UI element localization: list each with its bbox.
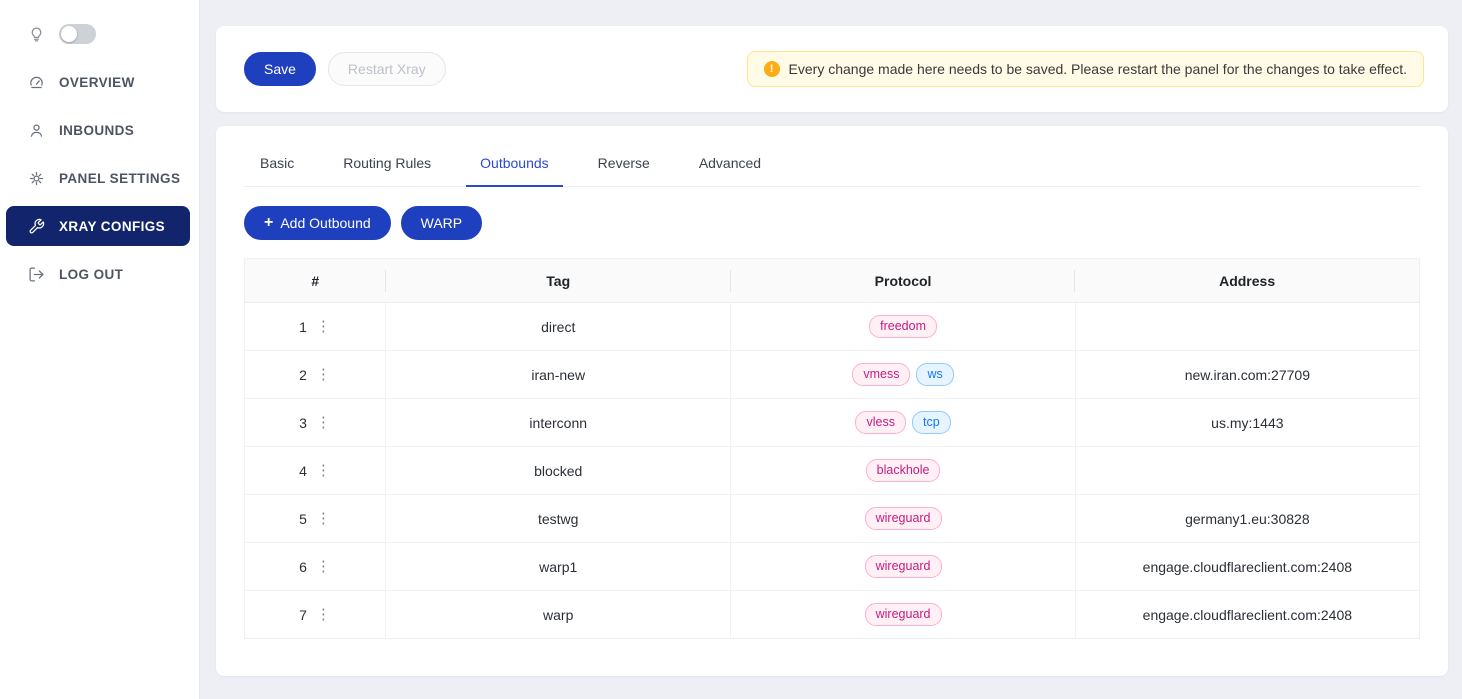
protocol-badge: wireguard (865, 603, 942, 627)
plus-icon: + (264, 215, 273, 231)
row-tag: iran-new (386, 351, 731, 399)
gauge-icon (28, 74, 45, 91)
sidebar-item-label: LOG OUT (59, 267, 123, 282)
row-number: 6 (299, 559, 307, 575)
row-tag: warp (386, 591, 731, 639)
row-protocols: freedom (731, 303, 1075, 351)
row-number: 7 (299, 607, 307, 623)
table-row: 4 ⋮ blocked blackhole (245, 447, 1420, 495)
tab-routing-rules[interactable]: Routing Rules (327, 140, 447, 186)
table-row: 5 ⋮ testwg wireguard germany1.eu:30828 (245, 495, 1420, 543)
warning-icon: ! (764, 61, 780, 77)
table-row: 6 ⋮ warp1 wireguard engage.cloudflarecli… (245, 543, 1420, 591)
row-address: germany1.eu:30828 (1075, 495, 1419, 543)
row-address (1075, 447, 1419, 495)
wrench-icon (28, 218, 45, 235)
row-number: 3 (299, 415, 307, 431)
protocol-badge: tcp (912, 411, 951, 435)
header-protocol: Protocol (731, 259, 1075, 303)
gear-icon (28, 170, 45, 187)
row-menu-icon[interactable]: ⋮ (316, 559, 331, 574)
sidebar-item-label: INBOUNDS (59, 123, 134, 138)
sidebar-item-panel-settings[interactable]: PANEL SETTINGS (6, 158, 190, 198)
protocol-badge: freedom (869, 315, 937, 339)
alert-text: Every change made here needs to be saved… (789, 61, 1407, 77)
sidebar-item-xray-configs[interactable]: XRAY CONFIGS (6, 206, 190, 246)
sidebar-item-label: XRAY CONFIGS (59, 219, 165, 234)
toolbar-buttons: Save Restart Xray (244, 52, 446, 86)
theme-row (0, 20, 199, 62)
row-number: 1 (299, 319, 307, 335)
xray-configs-card: Basic Routing Rules Outbounds Reverse Ad… (216, 126, 1448, 676)
row-tag: direct (386, 303, 731, 351)
theme-toggle-knob (61, 26, 77, 42)
tab-basic[interactable]: Basic (244, 140, 310, 186)
sidebar-item-label: OVERVIEW (59, 75, 135, 90)
row-protocols: wireguard (731, 543, 1075, 591)
row-menu-icon[interactable]: ⋮ (316, 415, 331, 430)
protocol-badge: ws (916, 363, 953, 387)
user-icon (28, 122, 45, 139)
row-tag: interconn (386, 399, 731, 447)
tab-reverse[interactable]: Reverse (582, 140, 666, 186)
row-address: us.my:1443 (1075, 399, 1419, 447)
row-protocols: wireguard (731, 495, 1075, 543)
toolbar-card: Save Restart Xray ! Every change made he… (216, 26, 1448, 112)
row-address (1075, 303, 1419, 351)
row-protocols: vless tcp (731, 399, 1075, 447)
tabs: Basic Routing Rules Outbounds Reverse Ad… (244, 140, 1420, 187)
table-row: 7 ⋮ warp wireguard engage.cloudflareclie… (245, 591, 1420, 639)
row-number: 4 (299, 463, 307, 479)
tab-outbounds[interactable]: Outbounds (464, 140, 565, 186)
sidebar-item-label: PANEL SETTINGS (59, 171, 180, 186)
table-row: 2 ⋮ iran-new vmessws new.iran.com:27709 (245, 351, 1420, 399)
protocol-badge: wireguard (865, 555, 942, 579)
logout-icon (28, 266, 45, 283)
header-number: # (245, 259, 386, 303)
row-address: engage.cloudflareclient.com:2408 (1075, 591, 1419, 639)
row-tag: blocked (386, 447, 731, 495)
lightbulb-icon (28, 26, 45, 43)
row-number: 2 (299, 367, 307, 383)
tab-advanced[interactable]: Advanced (683, 140, 777, 186)
row-tag: testwg (386, 495, 731, 543)
table-row: 1 ⋮ direct freedom (245, 303, 1420, 351)
row-number: 5 (299, 511, 307, 527)
sidebar-item-inbounds[interactable]: INBOUNDS (6, 110, 190, 150)
sidebar: OVERVIEW INBOUNDS PANEL SET (0, 0, 200, 699)
warp-button[interactable]: WARP (401, 206, 482, 240)
header-tag: Tag (386, 259, 731, 303)
row-menu-icon[interactable]: ⋮ (316, 511, 331, 526)
restart-xray-button[interactable]: Restart Xray (328, 52, 446, 86)
add-outbound-label: Add Outbound (280, 216, 370, 230)
theme-toggle[interactable] (59, 24, 96, 44)
outbounds-table-body: 1 ⋮ direct freedom 2 ⋮ iran-new vmessws … (245, 303, 1420, 639)
row-menu-icon[interactable]: ⋮ (316, 319, 331, 334)
protocol-badge: vmess (852, 363, 910, 387)
protocol-badge: wireguard (865, 507, 942, 531)
row-menu-icon[interactable]: ⋮ (316, 607, 331, 622)
add-outbound-button[interactable]: + Add Outbound (244, 206, 391, 240)
protocol-badge: blackhole (866, 459, 941, 483)
outbounds-table: # Tag Protocol Address 1 ⋮ direct freedo… (244, 258, 1420, 639)
row-protocols: vmessws (731, 351, 1075, 399)
row-address: new.iran.com:27709 (1075, 351, 1419, 399)
row-address: engage.cloudflareclient.com:2408 (1075, 543, 1419, 591)
unsaved-changes-alert: ! Every change made here needs to be sav… (747, 51, 1424, 87)
header-address: Address (1075, 259, 1419, 303)
main-content: Save Restart Xray ! Every change made he… (200, 0, 1462, 699)
sidebar-item-log-out[interactable]: LOG OUT (6, 254, 190, 294)
row-protocols: blackhole (731, 447, 1075, 495)
row-protocols: wireguard (731, 591, 1075, 639)
protocol-badge: vless (855, 411, 905, 435)
outbound-actions: + Add Outbound WARP (244, 206, 1420, 240)
row-menu-icon[interactable]: ⋮ (316, 367, 331, 382)
row-tag: warp1 (386, 543, 731, 591)
table-row: 3 ⋮ interconn vless tcp us.my:1443 (245, 399, 1420, 447)
sidebar-item-overview[interactable]: OVERVIEW (6, 62, 190, 102)
save-button[interactable]: Save (244, 52, 316, 86)
row-menu-icon[interactable]: ⋮ (316, 463, 331, 478)
outbounds-table-header: # Tag Protocol Address (245, 259, 1420, 303)
sidebar-menu: OVERVIEW INBOUNDS PANEL SET (0, 62, 199, 294)
